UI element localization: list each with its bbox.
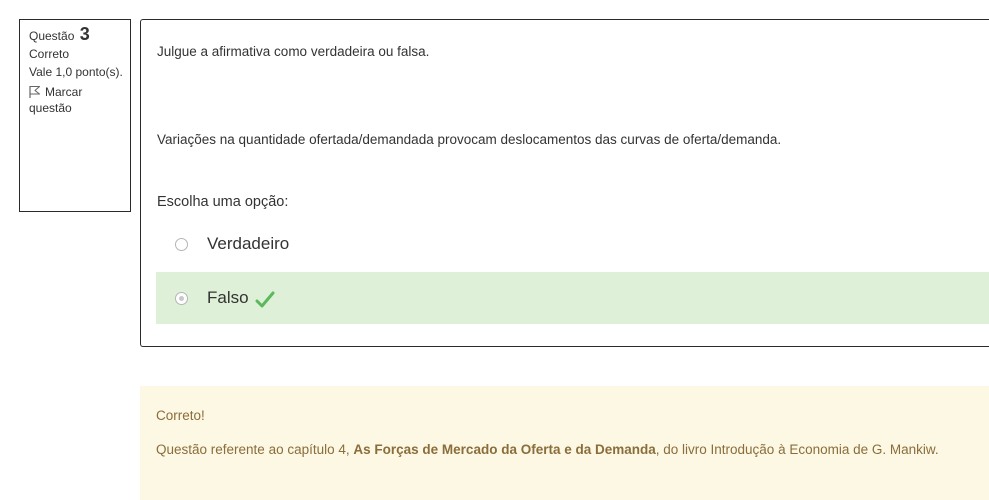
- radio-verdadeiro[interactable]: [175, 237, 188, 251]
- feedback-text-after: , do livro Introdução à Economia de G. M…: [655, 442, 939, 457]
- feedback-result: Correto!: [156, 408, 205, 423]
- question-state: Correto: [29, 47, 70, 61]
- flag-label-2: questão: [29, 101, 72, 115]
- question-content: Julgue a afirmativa como verdadeira ou f…: [140, 19, 989, 347]
- choose-label: Escolha uma opção:: [157, 194, 289, 210]
- option-label-falso: Falso: [207, 288, 249, 307]
- question-number: Questão 3: [29, 24, 130, 44]
- feedback-general: Questão referente ao capítulo 4, As Forç…: [156, 442, 939, 457]
- answer-option-falso[interactable]: Falso: [156, 272, 989, 324]
- question-statement: Variações na quantidade ofertada/demanda…: [157, 132, 782, 147]
- radio-falso[interactable]: [175, 291, 188, 305]
- question-info-panel: Questão 3 Correto Vale 1,0 ponto(s). Mar…: [19, 19, 131, 212]
- flag-icon: [29, 85, 41, 98]
- feedback-panel: Correto! Questão referente ao capítulo 4…: [140, 386, 989, 500]
- feedback-chapter-title: As Forças de Mercado da Oferta e da Dema…: [353, 442, 656, 457]
- question-label: Questão: [29, 29, 75, 43]
- option-label-verdadeiro: Verdadeiro: [207, 234, 290, 253]
- question-grade: Vale 1,0 ponto(s).: [29, 65, 123, 79]
- flag-label: Marcar: [45, 85, 83, 99]
- flag-question-link[interactable]: Marcar questão: [29, 84, 130, 116]
- answer-option-verdadeiro[interactable]: Verdadeiro: [156, 220, 989, 268]
- question-number-value: 3: [79, 24, 90, 44]
- feedback-text-before: Questão referente ao capítulo 4,: [156, 442, 354, 457]
- question-prompt: Julgue a afirmativa como verdadeira ou f…: [157, 44, 430, 59]
- correct-check-icon: [255, 291, 275, 307]
